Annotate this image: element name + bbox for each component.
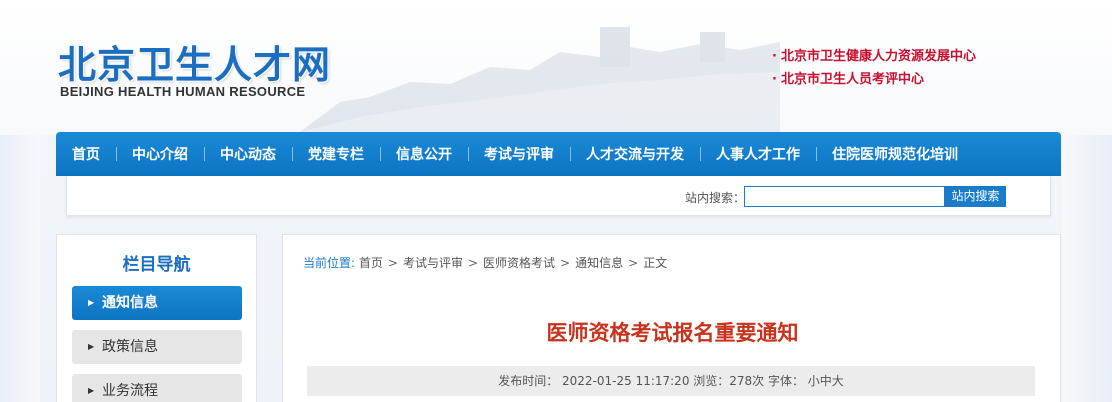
breadcrumb-lead: 当前位置: (303, 256, 356, 270)
organization-link[interactable]: · 北京市卫生人员考评中心 (772, 68, 976, 91)
breadcrumb-link[interactable]: 考试与评审 (403, 256, 463, 270)
nav-item-center-intro[interactable]: 中心介绍 (116, 144, 204, 164)
search-input[interactable] (744, 186, 945, 207)
nav-item-talent-exchange[interactable]: 人才交流与开发 (570, 144, 700, 164)
breadcrumb: 当前位置: 首页 > 考试与评审 > 医师资格考试 > 通知信息 > 正文 (303, 256, 668, 270)
sidebar-item-label: 业务流程 (102, 383, 158, 399)
breadcrumb-link[interactable]: 首页 (359, 256, 383, 270)
site-header: 北京卫生人才网 BEIJING HEALTH HUMAN RESOURCE · 北… (0, 0, 1112, 135)
site-logo-title[interactable]: 北京卫生人才网 (58, 34, 331, 89)
breadcrumb-link[interactable]: 医师资格考试 (483, 256, 555, 270)
organization-link[interactable]: · 北京市卫生健康人力资源发展中心 (772, 45, 976, 68)
breadcrumb-current: 正文 (643, 256, 668, 270)
sidebar-item-policies[interactable]: ▶ 政策信息 (72, 330, 242, 364)
sidebar: 栏目导航 ▶ 通知信息 ▶ 政策信息 ▶ 业务流程 (56, 234, 257, 402)
triangle-right-icon: ▶ (88, 298, 95, 307)
site-logo-subtitle: BEIJING HEALTH HUMAN RESOURCE (60, 84, 306, 99)
breadcrumb-link[interactable]: 通知信息 (575, 256, 623, 270)
search-button[interactable]: 站内搜索 (945, 186, 1006, 207)
sidebar-item-notices[interactable]: ▶ 通知信息 (72, 286, 242, 320)
great-wall-illustration (300, 27, 780, 132)
nav-item-residency-training[interactable]: 住院医师规范化培训 (816, 144, 974, 164)
sidebar-title: 栏目导航 (122, 255, 191, 275)
sidebar-item-label: 通知信息 (102, 295, 158, 311)
sidebar-item-procedures[interactable]: ▶ 业务流程 (72, 374, 242, 402)
triangle-right-icon: ▶ (88, 342, 95, 351)
nav-item-center-news[interactable]: 中心动态 (204, 144, 292, 164)
nav-item-hr-work[interactable]: 人事人才工作 (700, 144, 816, 164)
search-label: 站内搜索： (685, 191, 746, 205)
organization-list: · 北京市卫生健康人力资源发展中心 · 北京市卫生人员考评中心 (772, 45, 976, 91)
article-panel: 当前位置: 首页 > 考试与评审 > 医师资格考试 > 通知信息 > 正文 医师资格考试报名重要… (282, 234, 1061, 402)
nav-item-info-disclosure[interactable]: 信息公开 (380, 144, 468, 164)
search-bar: 站内搜索： 站内搜索 (66, 176, 1051, 216)
nav-item-home[interactable]: 首页 (70, 144, 116, 164)
main-navigation: 首页 中心介绍 中心动态 党建专栏 信息公开 考试与评审 人才交流与开发 人事人… (56, 132, 1061, 176)
article-title: 医师资格考试报名重要通知 (546, 321, 799, 345)
triangle-right-icon: ▶ (88, 386, 95, 395)
sidebar-item-label: 政策信息 (102, 339, 158, 355)
article-meta: 发布时间： 2022-01-25 11:17:20 浏览：278次 字体： 小中… (307, 366, 1035, 396)
nav-item-party-building[interactable]: 党建专栏 (292, 144, 380, 164)
nav-item-exam-review[interactable]: 考试与评审 (468, 144, 570, 164)
